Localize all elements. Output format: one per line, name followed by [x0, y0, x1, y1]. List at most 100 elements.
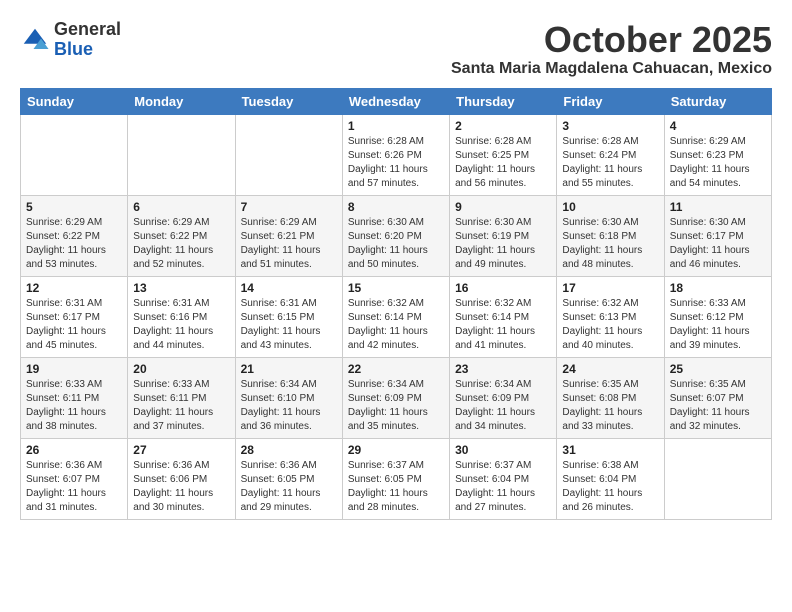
day-info: Sunrise: 6:31 AM Sunset: 6:16 PM Dayligh…	[133, 297, 229, 353]
day-number: 27	[133, 443, 229, 457]
calendar-cell	[664, 438, 771, 519]
month-title: October 2025	[451, 20, 772, 60]
day-number: 14	[241, 281, 337, 295]
day-info: Sunrise: 6:29 AM Sunset: 6:23 PM Dayligh…	[670, 135, 766, 191]
calendar-cell: 9Sunrise: 6:30 AM Sunset: 6:19 PM Daylig…	[450, 195, 557, 276]
day-number: 30	[455, 443, 551, 457]
day-number: 4	[670, 119, 766, 133]
calendar-week-2: 5 Sunrise: 6:29 AM Sunset: 6:22 PM Daylig…	[21, 195, 772, 276]
title-block: October 2025 Santa Maria Magdalena Cahua…	[451, 20, 772, 78]
day-number: 2	[455, 119, 551, 133]
day-info: Sunrise: 6:34 AM Sunset: 6:09 PM Dayligh…	[455, 378, 551, 434]
day-info: Sunrise: 6:34 AM Sunset: 6:09 PM Dayligh…	[348, 378, 444, 434]
day-number: 1	[348, 119, 444, 133]
col-thursday: Thursday	[450, 88, 557, 114]
calendar-cell: 18Sunrise: 6:33 AM Sunset: 6:12 PM Dayli…	[664, 276, 771, 357]
day-info: Sunrise: 6:33 AM Sunset: 6:11 PM Dayligh…	[26, 378, 122, 434]
calendar-cell: 25 Sunrise: 6:35 AM Sunset: 6:07 PM Dayli…	[664, 357, 771, 438]
col-wednesday: Wednesday	[342, 88, 449, 114]
calendar-cell: 14 Sunrise: 6:31 AM Sunset: 6:15 PM Dayli…	[235, 276, 342, 357]
day-number: 28	[241, 443, 337, 457]
day-number: 20	[133, 362, 229, 376]
calendar-cell: 7 Sunrise: 6:29 AM Sunset: 6:21 PM Daylig…	[235, 195, 342, 276]
day-info: Sunrise: 6:29 AM Sunset: 6:22 PM Dayligh…	[133, 216, 229, 272]
day-info: Sunrise: 6:36 AM Sunset: 6:05 PM Dayligh…	[241, 459, 337, 515]
day-number: 8	[348, 200, 444, 214]
logo-icon	[20, 25, 50, 55]
day-info: Sunrise: 6:29 AM Sunset: 6:22 PM Dayligh…	[26, 216, 122, 272]
day-number: 26	[26, 443, 122, 457]
calendar-cell: 30 Sunrise: 6:37 AM Sunset: 6:04 PM Dayli…	[450, 438, 557, 519]
day-number: 9	[455, 200, 551, 214]
calendar-cell: 2 Sunrise: 6:28 AM Sunset: 6:25 PM Daylig…	[450, 114, 557, 195]
calendar-cell: 28 Sunrise: 6:36 AM Sunset: 6:05 PM Dayli…	[235, 438, 342, 519]
logo-text: General Blue	[54, 20, 121, 60]
day-info: Sunrise: 6:30 AM Sunset: 6:17 PM Dayligh…	[670, 216, 766, 272]
page: General Blue October 2025 Santa Maria Ma…	[0, 0, 792, 530]
calendar-week-3: 12 Sunrise: 6:31 AM Sunset: 6:17 PM Dayli…	[21, 276, 772, 357]
day-info: Sunrise: 6:36 AM Sunset: 6:07 PM Dayligh…	[26, 459, 122, 515]
col-tuesday: Tuesday	[235, 88, 342, 114]
day-info: Sunrise: 6:38 AM Sunset: 6:04 PM Dayligh…	[562, 459, 658, 515]
day-info: Sunrise: 6:33 AM Sunset: 6:11 PM Dayligh…	[133, 378, 229, 434]
day-info: Sunrise: 6:28 AM Sunset: 6:25 PM Dayligh…	[455, 135, 551, 191]
calendar-cell: 3Sunrise: 6:28 AM Sunset: 6:24 PM Daylig…	[557, 114, 664, 195]
day-info: Sunrise: 6:29 AM Sunset: 6:21 PM Dayligh…	[241, 216, 337, 272]
calendar-cell: 4 Sunrise: 6:29 AM Sunset: 6:23 PM Daylig…	[664, 114, 771, 195]
calendar-cell: 21 Sunrise: 6:34 AM Sunset: 6:10 PM Dayli…	[235, 357, 342, 438]
day-info: Sunrise: 6:35 AM Sunset: 6:07 PM Dayligh…	[670, 378, 766, 434]
calendar-cell: 27 Sunrise: 6:36 AM Sunset: 6:06 PM Dayli…	[128, 438, 235, 519]
day-info: Sunrise: 6:32 AM Sunset: 6:14 PM Dayligh…	[455, 297, 551, 353]
logo: General Blue	[20, 20, 121, 60]
day-number: 6	[133, 200, 229, 214]
calendar-cell	[21, 114, 128, 195]
day-info: Sunrise: 6:37 AM Sunset: 6:05 PM Dayligh…	[348, 459, 444, 515]
calendar-cell: 16 Sunrise: 6:32 AM Sunset: 6:14 PM Dayli…	[450, 276, 557, 357]
day-number: 11	[670, 200, 766, 214]
calendar-cell: 20 Sunrise: 6:33 AM Sunset: 6:11 PM Dayli…	[128, 357, 235, 438]
day-number: 29	[348, 443, 444, 457]
col-monday: Monday	[128, 88, 235, 114]
day-info: Sunrise: 6:34 AM Sunset: 6:10 PM Dayligh…	[241, 378, 337, 434]
day-number: 13	[133, 281, 229, 295]
day-info: Sunrise: 6:31 AM Sunset: 6:15 PM Dayligh…	[241, 297, 337, 353]
calendar-cell: 29 Sunrise: 6:37 AM Sunset: 6:05 PM Dayli…	[342, 438, 449, 519]
col-friday: Friday	[557, 88, 664, 114]
day-info: Sunrise: 6:28 AM Sunset: 6:24 PM Dayligh…	[562, 135, 658, 191]
day-number: 10	[562, 200, 658, 214]
calendar-cell: 12 Sunrise: 6:31 AM Sunset: 6:17 PM Dayli…	[21, 276, 128, 357]
day-number: 16	[455, 281, 551, 295]
calendar-cell	[128, 114, 235, 195]
calendar-cell: 1 Sunrise: 6:28 AM Sunset: 6:26 PM Daylig…	[342, 114, 449, 195]
day-number: 18	[670, 281, 766, 295]
location-title: Santa Maria Magdalena Cahuacan, Mexico	[451, 60, 772, 78]
calendar-cell: 5 Sunrise: 6:29 AM Sunset: 6:22 PM Daylig…	[21, 195, 128, 276]
header: General Blue October 2025 Santa Maria Ma…	[20, 20, 772, 78]
day-info: Sunrise: 6:36 AM Sunset: 6:06 PM Dayligh…	[133, 459, 229, 515]
day-number: 25	[670, 362, 766, 376]
calendar-cell: 8 Sunrise: 6:30 AM Sunset: 6:20 PM Daylig…	[342, 195, 449, 276]
day-info: Sunrise: 6:37 AM Sunset: 6:04 PM Dayligh…	[455, 459, 551, 515]
calendar-cell: 22Sunrise: 6:34 AM Sunset: 6:09 PM Dayli…	[342, 357, 449, 438]
day-info: Sunrise: 6:35 AM Sunset: 6:08 PM Dayligh…	[562, 378, 658, 434]
col-sunday: Sunday	[21, 88, 128, 114]
day-info: Sunrise: 6:28 AM Sunset: 6:26 PM Dayligh…	[348, 135, 444, 191]
calendar-cell: 23Sunrise: 6:34 AM Sunset: 6:09 PM Dayli…	[450, 357, 557, 438]
day-number: 19	[26, 362, 122, 376]
calendar-week-4: 19 Sunrise: 6:33 AM Sunset: 6:11 PM Dayli…	[21, 357, 772, 438]
day-info: Sunrise: 6:31 AM Sunset: 6:17 PM Dayligh…	[26, 297, 122, 353]
day-number: 7	[241, 200, 337, 214]
day-number: 24	[562, 362, 658, 376]
calendar-cell	[235, 114, 342, 195]
day-number: 12	[26, 281, 122, 295]
day-number: 21	[241, 362, 337, 376]
day-info: Sunrise: 6:30 AM Sunset: 6:20 PM Dayligh…	[348, 216, 444, 272]
calendar-week-1: 1 Sunrise: 6:28 AM Sunset: 6:26 PM Daylig…	[21, 114, 772, 195]
col-saturday: Saturday	[664, 88, 771, 114]
calendar-cell: 19 Sunrise: 6:33 AM Sunset: 6:11 PM Dayli…	[21, 357, 128, 438]
calendar-week-5: 26 Sunrise: 6:36 AM Sunset: 6:07 PM Dayli…	[21, 438, 772, 519]
day-info: Sunrise: 6:30 AM Sunset: 6:18 PM Dayligh…	[562, 216, 658, 272]
day-number: 5	[26, 200, 122, 214]
day-number: 15	[348, 281, 444, 295]
calendar-table: Sunday Monday Tuesday Wednesday Thursday…	[20, 88, 772, 520]
